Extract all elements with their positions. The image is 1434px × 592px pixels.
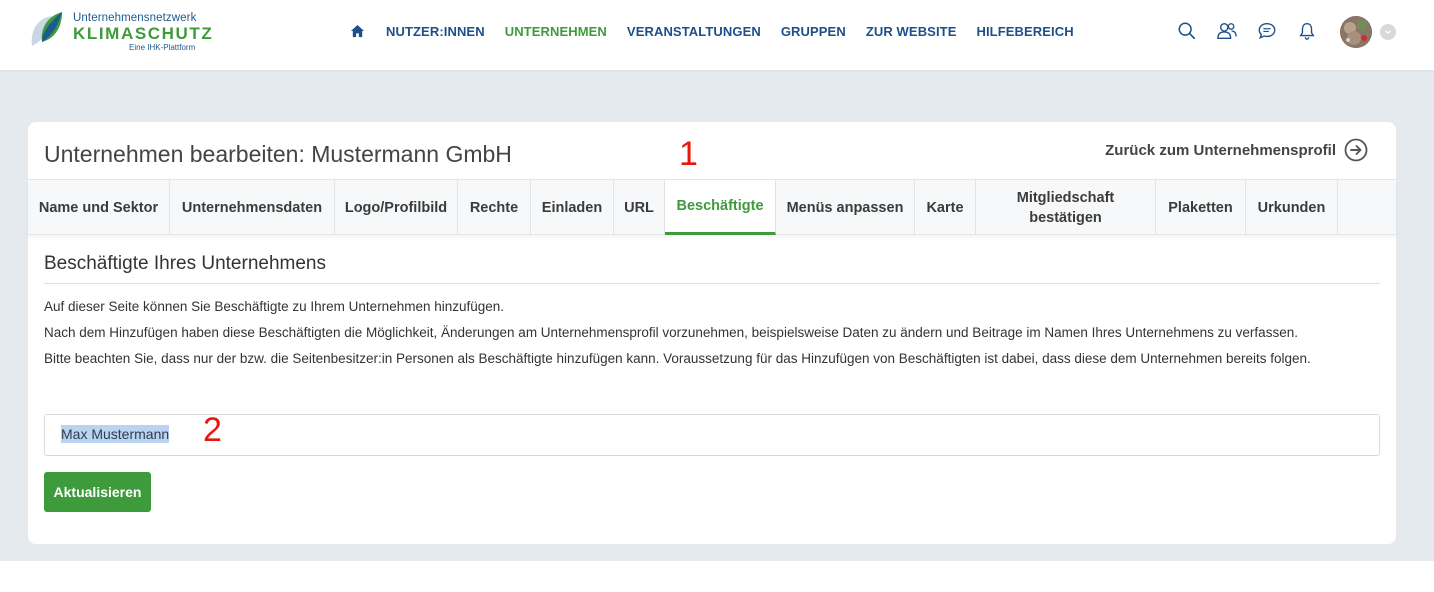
tab-menues-anpassen[interactable]: Menüs anpassen — [776, 180, 915, 235]
back-to-profile-link[interactable]: Zurück zum Unternehmensprofil — [1105, 138, 1368, 162]
nav-item-nutzerinnen[interactable]: NUTZER:INNEN — [386, 24, 485, 39]
edit-company-card: Unternehmen bearbeiten: Mustermann GmbH … — [28, 122, 1396, 544]
tab-karte[interactable]: Karte — [915, 180, 976, 235]
tab-plaketten[interactable]: Plaketten — [1156, 180, 1246, 235]
logo-tagline-text: Eine IHK-Plattform — [129, 43, 196, 52]
tab-unternehmensdaten[interactable]: Unternehmensdaten — [170, 180, 335, 235]
chevron-down-icon[interactable] — [1380, 24, 1396, 40]
nav-item-veranstaltungen[interactable]: VERANSTALTUNGEN — [627, 24, 761, 39]
tab-einladen[interactable]: Einladen — [531, 180, 614, 235]
top-navigation-bar: Unternehmensnetzwerk KLIMASCHUTZ Eine IH… — [0, 0, 1434, 70]
nav-item-zur-website[interactable]: ZUR WEBSITE — [866, 24, 957, 39]
tab-url[interactable]: URL — [614, 180, 665, 235]
tab-name-und-sektor[interactable]: Name und Sektor — [28, 180, 170, 235]
update-button[interactable]: Aktualisieren — [44, 472, 151, 512]
home-icon[interactable] — [350, 23, 366, 39]
nav-item-unternehmen[interactable]: UNTERNEHMEN — [505, 24, 607, 39]
logo-network-text: Unternehmensnetzwerk — [73, 12, 197, 24]
nav-item-hilfebereich[interactable]: HILFEBEREICH — [976, 24, 1073, 39]
tab-bar: Name und Sektor Unternehmensdaten Logo/P… — [28, 179, 1396, 235]
section-title: Beschäftigte Ihres Unternehmens — [44, 253, 326, 274]
tab-rechte[interactable]: Rechte — [458, 180, 531, 235]
logo-brand-text: KLIMASCHUTZ — [73, 24, 214, 43]
section-description: Auf dieser Seite können Sie Beschäftigte… — [44, 294, 1384, 372]
logo[interactable]: Unternehmensnetzwerk KLIMASCHUTZ Eine IH… — [28, 10, 218, 56]
tab-beschaeftigte[interactable]: Beschäftigte — [665, 180, 776, 235]
arrow-right-circle-icon — [1344, 138, 1368, 162]
description-paragraph: Auf dieser Seite können Sie Beschäftigte… — [44, 299, 505, 314]
avatar[interactable] — [1340, 16, 1372, 48]
tab-urkunden[interactable]: Urkunden — [1246, 180, 1338, 235]
tab-mitgliedschaft-bestaetigen[interactable]: Mitgliedschaft bestätigen — [976, 180, 1156, 235]
employee-select-field[interactable]: Max Mustermann — [44, 414, 1380, 456]
messages-icon[interactable] — [1256, 20, 1278, 42]
main-nav: NUTZER:INNEN UNTERNEHMEN VERANSTALTUNGEN… — [350, 22, 1094, 40]
users-icon[interactable] — [1216, 20, 1238, 42]
selected-employee[interactable]: Max Mustermann — [61, 425, 170, 443]
annotation-marker-1: 1 — [679, 135, 698, 173]
nav-item-gruppen[interactable]: GRUPPEN — [781, 24, 846, 39]
search-icon[interactable] — [1176, 20, 1198, 42]
divider — [44, 283, 1380, 284]
annotation-marker-2: 2 — [203, 411, 222, 449]
logo-mark-icon — [31, 12, 62, 46]
description-paragraph: Nach dem Hinzufügen haben diese Beschäft… — [44, 325, 1298, 340]
tab-logo-profilbild[interactable]: Logo/Profilbild — [335, 180, 458, 235]
bell-icon[interactable] — [1296, 20, 1318, 42]
back-to-profile-label: Zurück zum Unternehmensprofil — [1105, 141, 1336, 159]
header-icons — [1176, 20, 1336, 42]
page-title: Unternehmen bearbeiten: Mustermann GmbH — [44, 141, 512, 167]
description-paragraph: Bitte beachten Sie, dass nur der bzw. di… — [44, 351, 1311, 366]
